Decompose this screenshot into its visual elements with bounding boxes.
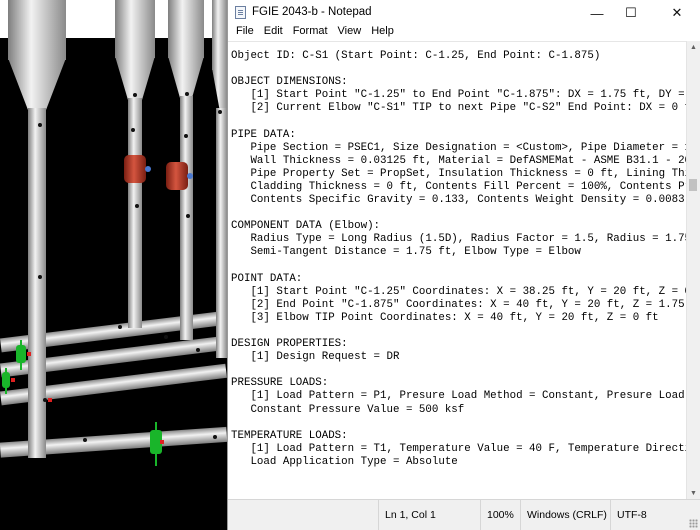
pipe-segment bbox=[28, 108, 46, 458]
pipe-reducer bbox=[8, 58, 66, 110]
pipe-segment bbox=[180, 96, 193, 340]
pipe-reducer bbox=[168, 56, 204, 98]
notepad-window: FGIE 2043-b - Notepad — ☐ ✕ File Edit Fo… bbox=[227, 0, 700, 530]
minimize-icon: — bbox=[590, 5, 604, 21]
valve-handle bbox=[187, 173, 193, 179]
valve-handle bbox=[145, 166, 151, 172]
pipe-segment bbox=[115, 0, 155, 58]
menu-file[interactable]: File bbox=[231, 23, 259, 40]
close-icon: ✕ bbox=[671, 5, 683, 20]
valve-red bbox=[124, 155, 146, 183]
pipe-segment bbox=[216, 108, 227, 358]
encoding: UTF-8 bbox=[610, 500, 677, 530]
menu-bar: File Edit Format View Help bbox=[228, 23, 700, 40]
pipe-segment bbox=[168, 0, 204, 58]
menu-view[interactable]: View bbox=[333, 23, 367, 40]
pipe-segment bbox=[212, 0, 227, 70]
valve-red bbox=[166, 162, 188, 190]
text-editor-area[interactable]: Object ID: C-S1 (Start Point: C-1.25, En… bbox=[228, 41, 688, 500]
line-endings: Windows (CRLF) bbox=[520, 500, 619, 530]
cursor-position: Ln 1, Col 1 bbox=[378, 500, 477, 530]
menu-format[interactable]: Format bbox=[288, 23, 333, 40]
pipe-segment bbox=[128, 98, 142, 328]
document-text: Object ID: C-S1 (Start Point: C-1.25, En… bbox=[231, 50, 688, 468]
vertical-scrollbar[interactable]: ▲ ▼ bbox=[686, 41, 700, 500]
scrollbar-thumb[interactable] bbox=[689, 179, 697, 191]
piping-model-drawing bbox=[0, 0, 227, 466]
resize-grip-icon[interactable] bbox=[689, 519, 698, 528]
menu-edit[interactable]: Edit bbox=[259, 23, 288, 40]
3d-model-viewport[interactable] bbox=[0, 0, 227, 530]
pipe-segment bbox=[8, 0, 66, 60]
notepad-icon bbox=[235, 6, 246, 19]
status-bar: Ln 1, Col 1 100% Windows (CRLF) UTF-8 bbox=[228, 499, 700, 530]
menu-help[interactable]: Help bbox=[366, 23, 399, 40]
maximize-icon: ☐ bbox=[625, 5, 637, 20]
window-title: FGIE 2043-b - Notepad bbox=[252, 6, 372, 18]
scroll-up-arrow-icon[interactable]: ▲ bbox=[687, 41, 700, 54]
pipe-reducer bbox=[212, 68, 227, 112]
